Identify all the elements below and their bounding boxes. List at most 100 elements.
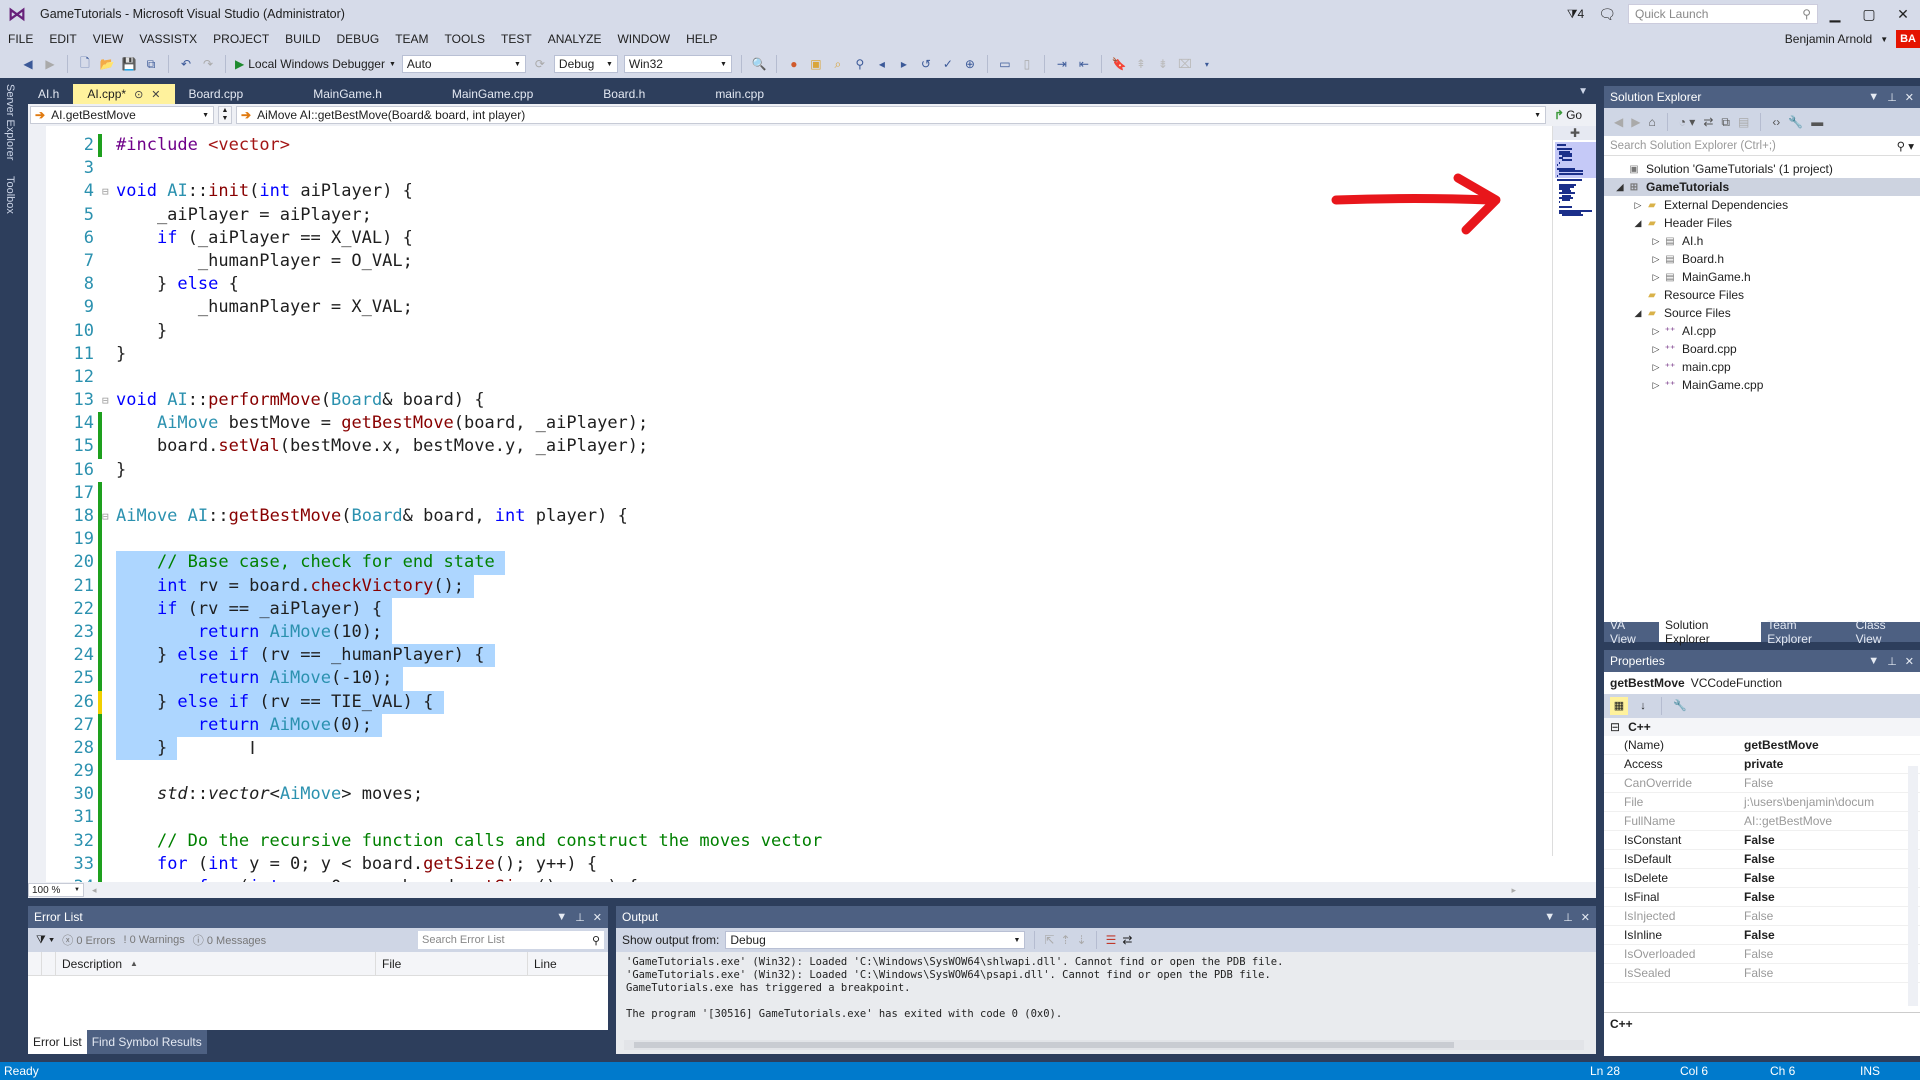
tab-va-view[interactable]: VA View [1604,618,1660,646]
next-message-icon[interactable]: ⇣ [1077,933,1087,947]
tree-node[interactable]: ▣ Solution 'GameTutorials' (1 project) [1604,160,1920,178]
show-all-files-icon[interactable]: ▤ [1738,115,1749,129]
collapsed-icon[interactable]: ▷ [1632,200,1644,211]
tree-node[interactable]: ▷ ▤ MainGame.h [1604,268,1920,286]
bookmark-icon[interactable]: 🔖 [1111,56,1127,72]
comment-icon[interactable]: ▭ [997,56,1013,72]
property-value[interactable]: False [1740,964,1920,982]
toolbox-tab[interactable]: Toolbox [4,176,16,214]
code-line[interactable]: 19 [46,528,1546,552]
find-message-icon[interactable]: ⇱ [1044,933,1054,947]
va-insert-icon[interactable]: ⊕ [962,56,978,72]
menu-file[interactable]: FILE [0,32,41,46]
property-row[interactable]: IsDelete False [1604,869,1920,888]
property-category[interactable]: ⊟ C++ [1604,718,1920,736]
close-icon[interactable]: ✕ [1581,911,1590,924]
collapsed-icon[interactable]: ▷ [1650,362,1662,373]
property-value[interactable]: False [1740,907,1920,925]
tree-node[interactable]: ▰ Resource Files [1604,286,1920,304]
collapse-region-icon[interactable]: ⊟ [102,180,109,203]
undo-icon[interactable]: ↶ [178,56,194,72]
expanded-icon[interactable]: ◢ [1632,218,1644,229]
window-menu-icon[interactable]: ▼ [556,911,567,924]
collapsed-icon[interactable]: ▷ [1650,326,1662,337]
code-line[interactable]: 10 } [46,320,1546,343]
run-mode-select[interactable]: Auto ▼ [401,55,526,73]
maximize-button[interactable]: ▢ [1852,6,1886,23]
error-list-search-input[interactable]: Search Error List ⚲ [418,931,604,949]
tab-board-cpp[interactable]: Board.cpp [175,84,300,104]
open-file-icon[interactable]: 📂 [99,56,115,72]
properties-icon[interactable]: 🔧 [1788,115,1803,129]
categorized-icon[interactable]: ▦ [1610,697,1628,715]
code-line[interactable]: 27 return AiMove(0); [46,713,1546,737]
forward-icon[interactable]: ▶ [1631,115,1640,129]
pin-icon[interactable]: ⊥ [575,911,585,924]
collapsed-icon[interactable]: ▷ [1650,344,1662,355]
va-back-icon[interactable]: ◂ [874,56,890,72]
menu-analyze[interactable]: ANALYZE [540,32,610,46]
code-line[interactable]: 7 _humanPlayer = O_VAL; [46,250,1546,273]
tab-find-symbol-results[interactable]: Find Symbol Results [86,1030,207,1054]
collapse-region-icon[interactable]: ⊟ [102,505,109,528]
save-icon[interactable]: 💾 [121,56,137,72]
tab-error-list[interactable]: Error List [28,1030,87,1054]
tab-maingame-h[interactable]: MainGame.h [299,84,438,104]
errors-filter-button[interactable]: ⓧ 0 Errors [62,932,115,948]
code-line[interactable]: 16} [46,459,1546,482]
user-name[interactable]: Benjamin Arnold [1785,32,1872,46]
menu-window[interactable]: WINDOW [609,32,678,46]
property-value[interactable]: False [1740,850,1920,868]
tree-node[interactable]: ▷ ⁺⁺ MainGame.cpp [1604,376,1920,394]
collapsed-icon[interactable]: ▷ [1650,254,1662,265]
save-all-icon[interactable]: ⧉ [143,56,159,72]
alphabetical-icon[interactable]: ↓ [1634,697,1652,715]
code-area[interactable]: 2 #include <vector> 3 4 ⊟ void AI::init(int a… [46,134,1546,882]
va-undo-icon[interactable]: ↺ [918,56,934,72]
expanded-icon[interactable]: ◢ [1614,182,1626,193]
property-row[interactable]: CanOverride False [1604,774,1920,793]
view-code-icon[interactable]: ‹› [1772,115,1780,129]
collapse-all-icon[interactable]: ⧉ [1721,115,1730,130]
pin-icon[interactable]: ⊥ [1887,91,1897,104]
col-line[interactable]: Line [528,952,598,975]
tree-node[interactable]: ▷ ⁺⁺ Board.cpp [1604,340,1920,358]
scope-select[interactable]: ➔ AI.getBestMove ▼ [30,106,214,124]
property-value[interactable]: False [1740,774,1920,792]
window-menu-icon[interactable]: ▼ [1868,655,1879,668]
close-button[interactable]: ✕ [1886,6,1920,23]
va-spell-check-icon[interactable]: ✓ [940,56,956,72]
uncomment-icon[interactable]: ▯ [1019,56,1035,72]
col-description[interactable]: Description ▲ [56,952,376,975]
menu-tools[interactable]: TOOLS [437,32,493,46]
tab-solution-explorer[interactable]: Solution Explorer [1659,618,1762,646]
property-value[interactable]: False [1740,945,1920,963]
va-open-file-icon[interactable]: ● [786,56,802,72]
tree-node[interactable]: ◢ ▰ Header Files [1604,214,1920,232]
code-line[interactable]: 33 for (int y = 0; y < board.getSize(); … [46,852,1546,876]
property-value[interactable]: False [1740,869,1920,887]
zoom-select[interactable]: 100 % ▼ [28,883,84,897]
property-row[interactable]: IsInline False [1604,926,1920,945]
close-icon[interactable]: ✕ [1905,655,1914,668]
user-avatar[interactable]: BA [1896,30,1920,48]
code-line[interactable]: 28 } [46,736,1546,761]
chevron-down-icon[interactable]: ▼ [1880,35,1888,44]
output-horizontal-scrollbar[interactable] [624,1040,1584,1050]
navigate-forward-icon[interactable]: ▶ [42,56,58,72]
tabs-dropdown-icon[interactable]: ▼ [1578,86,1588,97]
clear-all-icon[interactable]: ☰ [1106,933,1117,947]
property-row[interactable]: Access private [1604,755,1920,774]
scroll-right-icon[interactable]: ▸ [1511,885,1516,896]
tree-node[interactable]: ◢ ⊞ GameTutorials [1604,178,1920,196]
code-line[interactable]: 20 // Base case, check for end state [46,551,1546,575]
messages-filter-button[interactable]: ⓘ 0 Messages [193,932,266,948]
indent-icon[interactable]: ⇥ [1054,56,1070,72]
property-row[interactable]: IsOverloaded False [1604,945,1920,964]
feedback-icon[interactable]: 🗨 [1598,6,1616,23]
code-line[interactable]: 22 if (rv == _aiPlayer) { [46,597,1546,621]
clear-bookmarks-icon[interactable]: ⌧ [1177,56,1193,72]
tree-node[interactable]: ▷ ▤ Board.h [1604,250,1920,268]
close-tab-icon[interactable]: ✕ [151,88,160,101]
code-line[interactable]: 26 } else if (rv == TIE_VAL) { [46,690,1546,714]
